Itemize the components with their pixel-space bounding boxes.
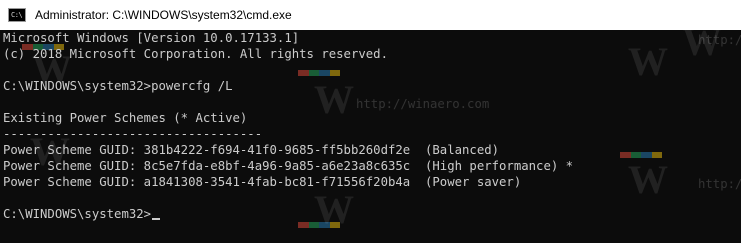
cmd-console-icon-glyph: C:\	[11, 11, 23, 19]
watermark-url: http://	[698, 33, 741, 47]
watermark-url: http://	[698, 177, 741, 191]
watermark-stripe-red	[298, 222, 309, 228]
console-line: Power Scheme GUID: 381b4222-f694-41f0-96…	[3, 143, 500, 157]
watermark-stripe	[298, 70, 340, 76]
watermark-stripe-green	[308, 70, 319, 76]
console-line: -----------------------------------	[3, 127, 263, 141]
console-line: C:\WINDOWS\system32>powercfg /L	[3, 79, 233, 93]
watermark-logo: W	[314, 187, 354, 232]
watermark-stripe-blue	[319, 70, 330, 76]
watermark-logo: W	[314, 77, 354, 122]
prompt-text: C:\WINDOWS\system32>	[3, 207, 152, 221]
console-line: (c) 2018 Microsoft Corporation. All righ…	[3, 47, 388, 61]
console-output[interactable]: W W W W W W W http:// http:// http://win…	[0, 22, 741, 243]
title-bar[interactable]: C:\ Administrator: C:\WINDOWS\system32\c…	[0, 0, 741, 30]
watermark-stripe-red	[298, 70, 309, 76]
watermark-stripe-yellow	[329, 70, 340, 76]
watermark-url: http://winaero.com	[356, 97, 490, 111]
cmd-console-icon[interactable]: C:\	[8, 8, 26, 22]
window-title: Administrator: C:\WINDOWS\system32\cmd.e…	[35, 8, 292, 22]
console-line: Power Scheme GUID: 8c5e7fda-e8bf-4a96-9a…	[3, 159, 574, 173]
watermark-logo: W	[628, 39, 668, 84]
cmd-window: C:\ Administrator: C:\WINDOWS\system32\c…	[0, 0, 741, 243]
console-line: Microsoft Windows [Version 10.0.17133.1]	[3, 31, 300, 45]
text-cursor	[152, 218, 161, 220]
console-line: Power Scheme GUID: a1841308-3541-4fab-bc…	[3, 175, 522, 189]
console-line: Existing Power Schemes (* Active)	[3, 111, 248, 125]
prompt-line[interactable]: C:\WINDOWS\system32>	[3, 206, 161, 222]
watermark-logo: W	[628, 157, 668, 202]
